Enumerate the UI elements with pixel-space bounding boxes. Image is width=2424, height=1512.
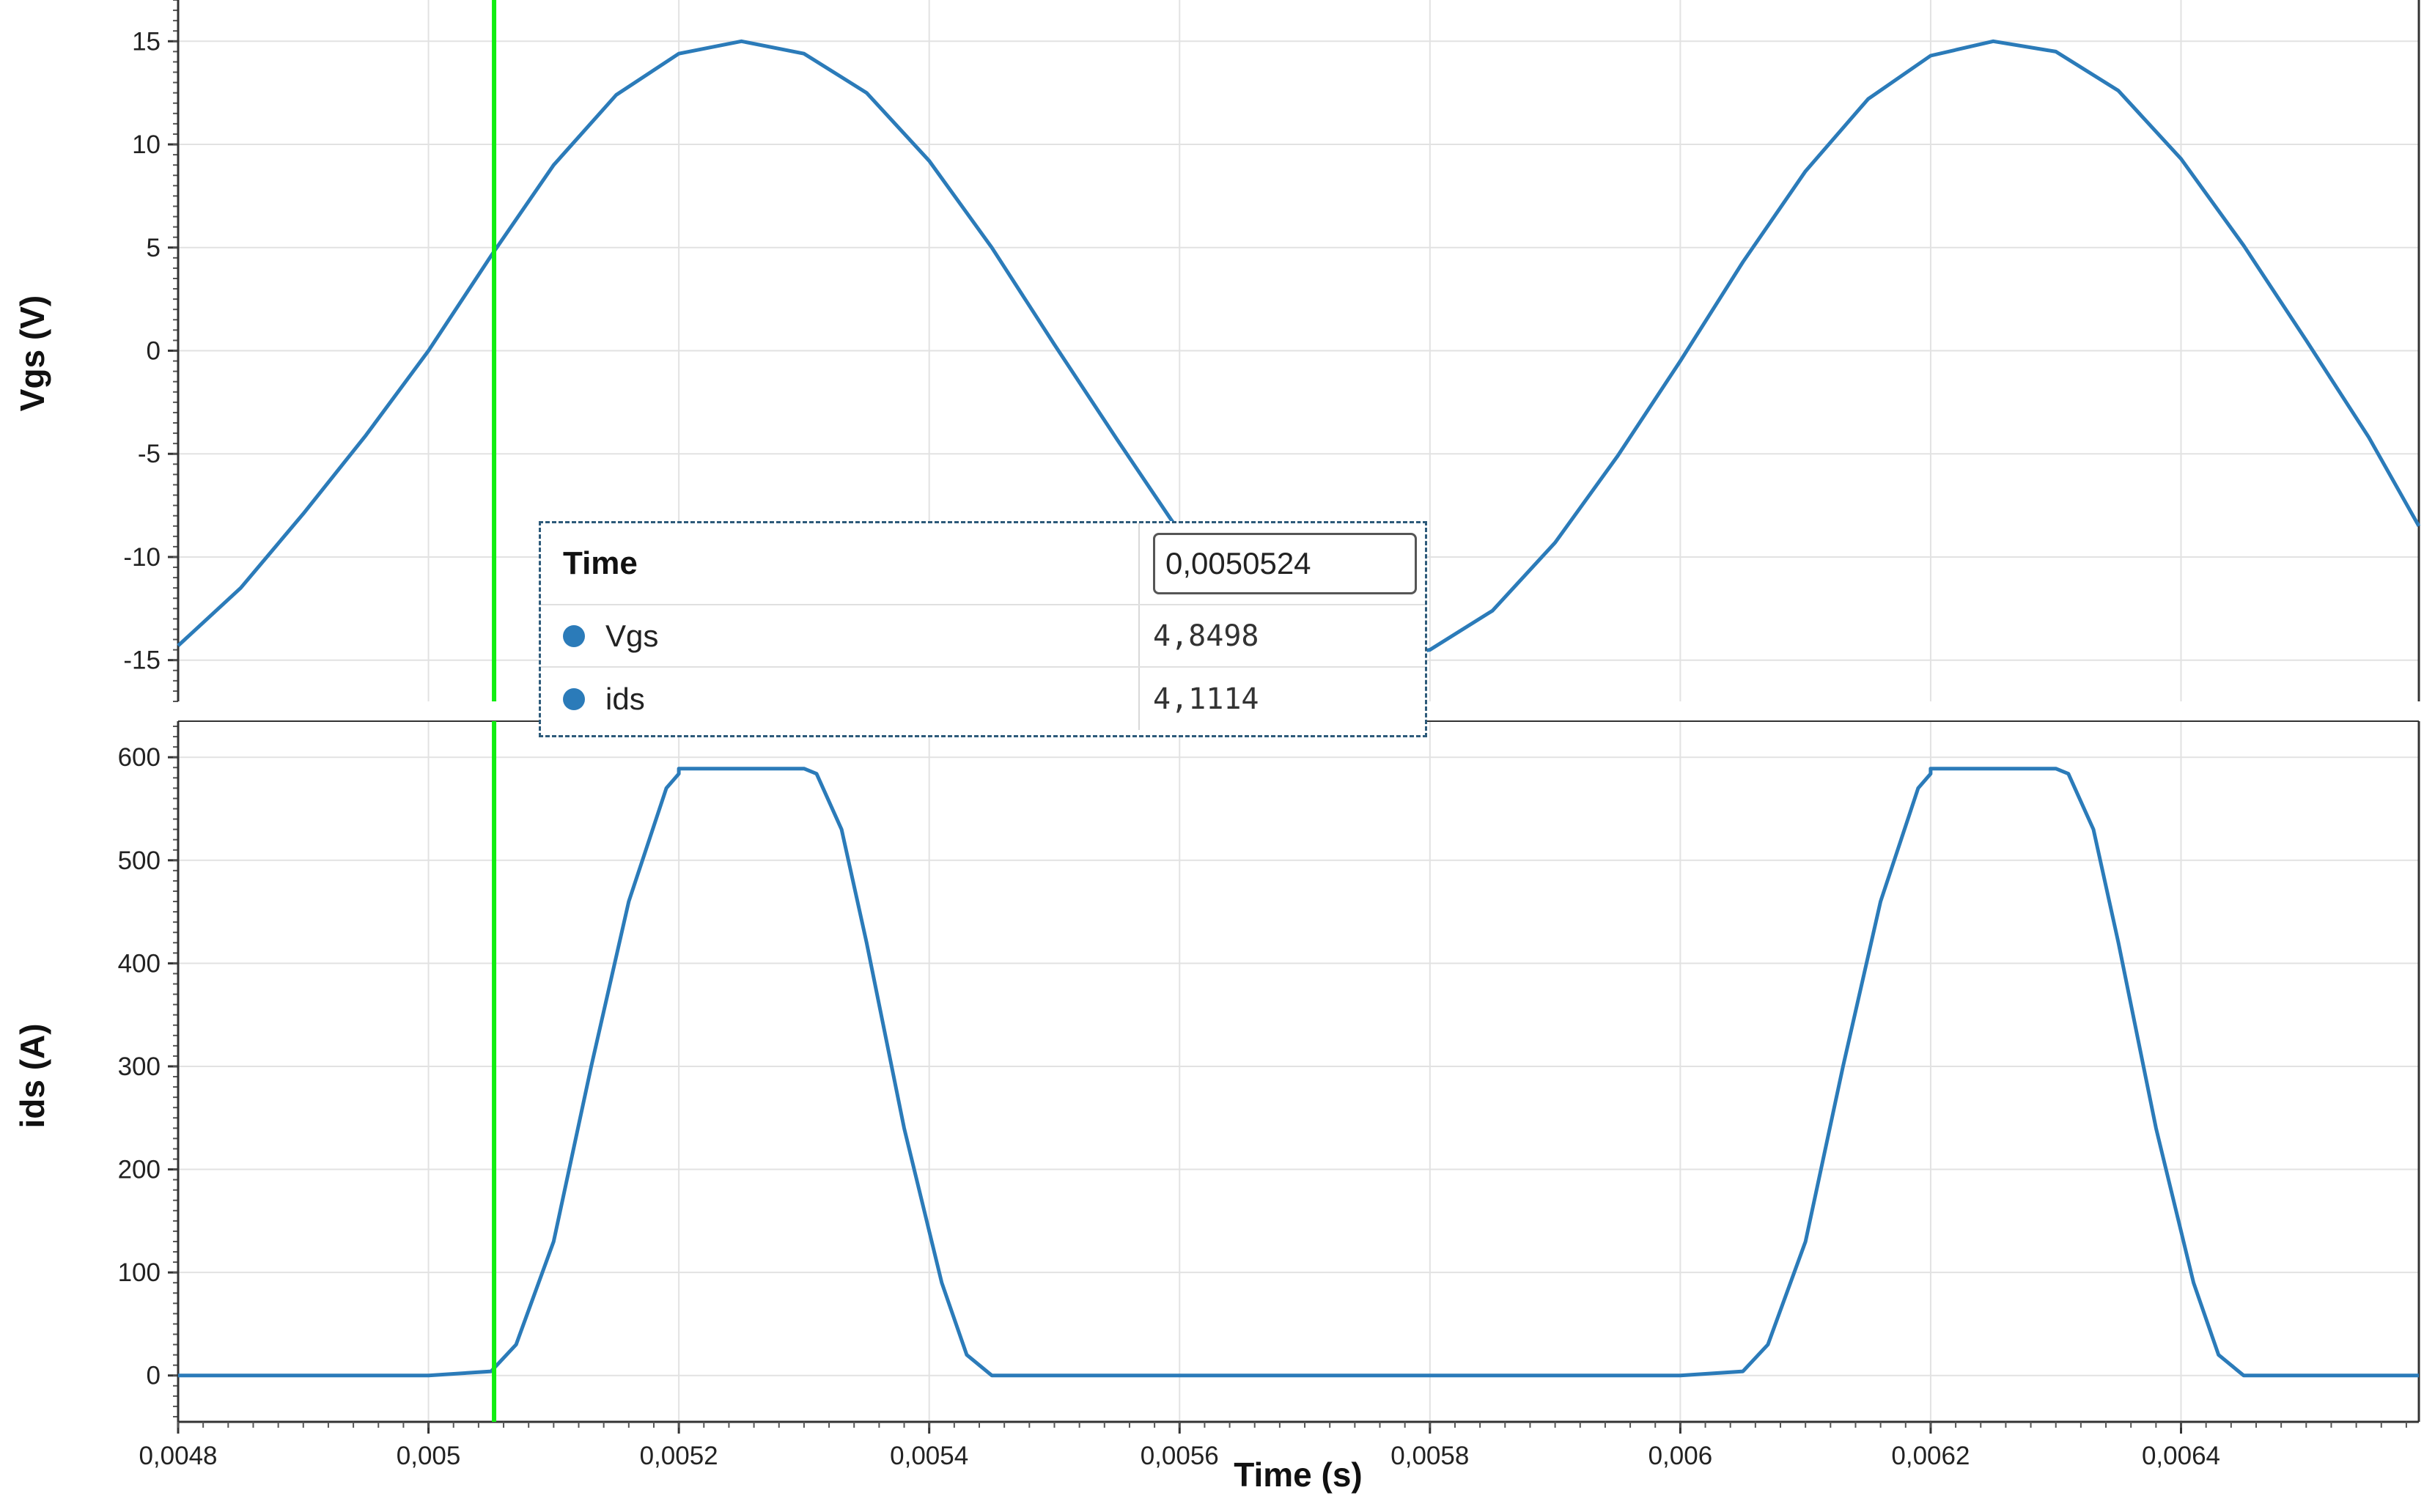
readout-row-ids: ids 4,1114	[541, 668, 1425, 730]
y-tick-label: -15	[123, 646, 161, 675]
y-tick-label: 0	[147, 1362, 161, 1390]
y-tick-label: 0	[147, 337, 161, 366]
time-input[interactable]: 0,0050524	[1153, 533, 1417, 594]
readout-row-vgs: Vgs 4,8498	[541, 605, 1425, 668]
vgs-axis-title: Vgs (V)	[13, 295, 51, 411]
x-tick-label: 0,0048	[139, 1442, 217, 1470]
readout-series-value: 4,1114	[1153, 682, 1259, 716]
x-axis-title: Time (s)	[1234, 1456, 1363, 1494]
readout-time-label: Time	[563, 545, 638, 581]
x-tick-label: 0,0054	[890, 1442, 968, 1470]
x-tick-label: 0,0064	[2142, 1442, 2220, 1470]
y-tick-label: 100	[118, 1258, 161, 1287]
series-dot-icon	[563, 624, 585, 647]
y-tick-label: 10	[132, 130, 161, 159]
x-tick-label: 0,0052	[640, 1442, 718, 1470]
y-tick-label: -5	[138, 440, 161, 468]
x-tick-label: 0,005	[397, 1442, 461, 1470]
label-layer: Vgs (V) ids (A) Time (s)	[13, 295, 1363, 1494]
y-tick-label: 200	[118, 1156, 161, 1184]
y-tick-label: 400	[118, 949, 161, 978]
readout-time-row: Time 0,0050524	[541, 523, 1425, 605]
y-tick-label: 15	[132, 27, 161, 56]
y-tick-label: 500	[118, 847, 161, 875]
x-tick-label: 0,006	[1648, 1442, 1713, 1470]
y-tick-label: -10	[123, 543, 161, 572]
y-tick-label: 300	[118, 1052, 161, 1081]
y-tick-label: 600	[118, 743, 161, 772]
readout-series-name: Vgs	[605, 618, 659, 653]
series-dot-icon	[563, 687, 585, 710]
ids-axis-title: ids (A)	[13, 1023, 51, 1128]
cursor-readout-panel: Time 0,0050524 Vgs 4,8498 ids 4,1114	[539, 521, 1427, 737]
y-tick-label: 5	[147, 234, 161, 262]
chart-svg: 15 10 5 0 -5 -10 -15 600 500 400 300 200 100 0 0,0048 0…	[13, 0, 2421, 1494]
readout-series-name: ids	[605, 681, 645, 716]
x-tick-label: 0,0062	[1891, 1442, 1970, 1470]
x-tick-label: 0,0056	[1141, 1442, 1219, 1470]
readout-series-value: 4,8498	[1153, 619, 1259, 653]
x-tick-label: 0,0058	[1390, 1442, 1469, 1470]
